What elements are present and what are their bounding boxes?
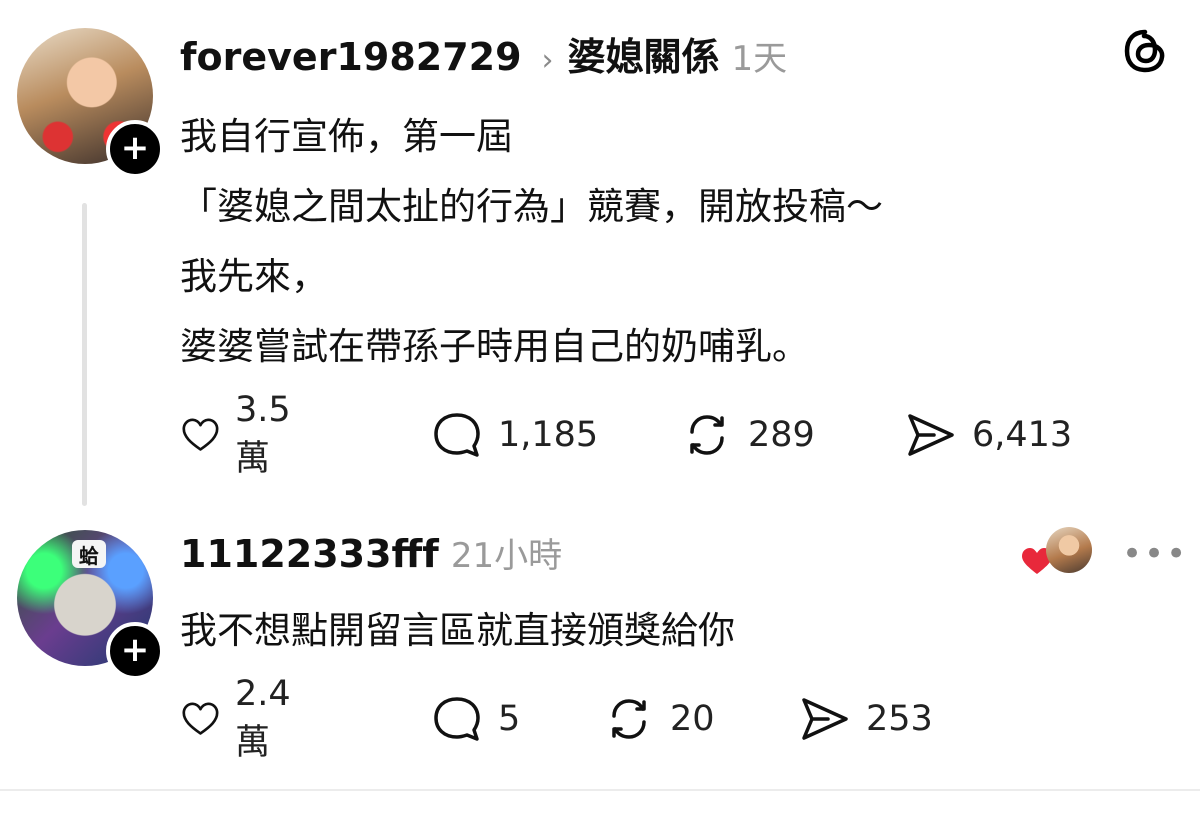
avatar-badge-text: 蛤 [72,540,106,568]
repost-icon [612,699,646,739]
post-header: forever1982729 › 婆媳關係 1天 [180,26,787,81]
repost-button[interactable]: 20 [602,694,715,744]
send-arrow-icon [802,698,848,740]
like-button[interactable]: 2.4萬 [180,674,304,763]
repost-icon [690,415,724,455]
share-count: 253 [866,699,933,739]
follow-plus-button[interactable]: + [106,120,164,178]
share-button[interactable]: 6,413 [904,410,1072,460]
like-count: 3.5萬 [234,389,291,479]
reply-timestamp: 21小時 [450,536,563,576]
share-count: 6,413 [972,415,1073,455]
post-text-line: 婆婆嘗試在帶孫子時用自己的奶哺乳。 [180,325,809,368]
reply-text: 我不想點開留言區就直接頒獎給你 [180,609,735,652]
reply-header: 11122333fff 21小時 [180,528,562,577]
comment-bubble-icon [434,697,480,741]
divider [0,789,1200,791]
send-arrow-icon [908,414,954,456]
post-username[interactable]: forever1982729 [180,35,522,79]
post-timestamp: 1天 [731,39,788,79]
post-text-line: 我先來， [180,255,328,298]
share-button[interactable]: 253 [798,694,933,744]
heart-icon [182,418,219,451]
post-text-line: 「婆媳之間太扯的行為」競賽，開放投稿～ [180,185,883,228]
post-topic-tag[interactable]: 婆媳關係 [568,26,720,81]
repost-count: 20 [670,699,715,739]
comment-count: 5 [498,699,521,739]
liked-by-author-avatar [1046,527,1092,573]
comment-count: 1,185 [498,415,599,455]
follow-plus-button[interactable]: + [106,622,164,680]
like-button[interactable]: 3.5萬 [180,390,304,479]
chevron-right-icon: › [541,43,554,78]
post-text-line: 我自行宣佈，第一屆 [180,115,513,158]
more-options-icon[interactable]: ••• [1122,534,1188,574]
threads-logo-icon[interactable] [1122,28,1168,74]
heart-icon [182,702,219,735]
repost-button[interactable]: 289 [680,410,815,460]
like-count: 2.4萬 [234,673,291,763]
comment-button[interactable]: 1,185 [430,410,598,460]
thread-connector-line [82,203,87,506]
comment-bubble-icon [434,413,480,457]
repost-count: 289 [748,415,815,455]
comment-button[interactable]: 5 [430,694,520,744]
reply-username[interactable]: 11122333fff [180,532,439,576]
